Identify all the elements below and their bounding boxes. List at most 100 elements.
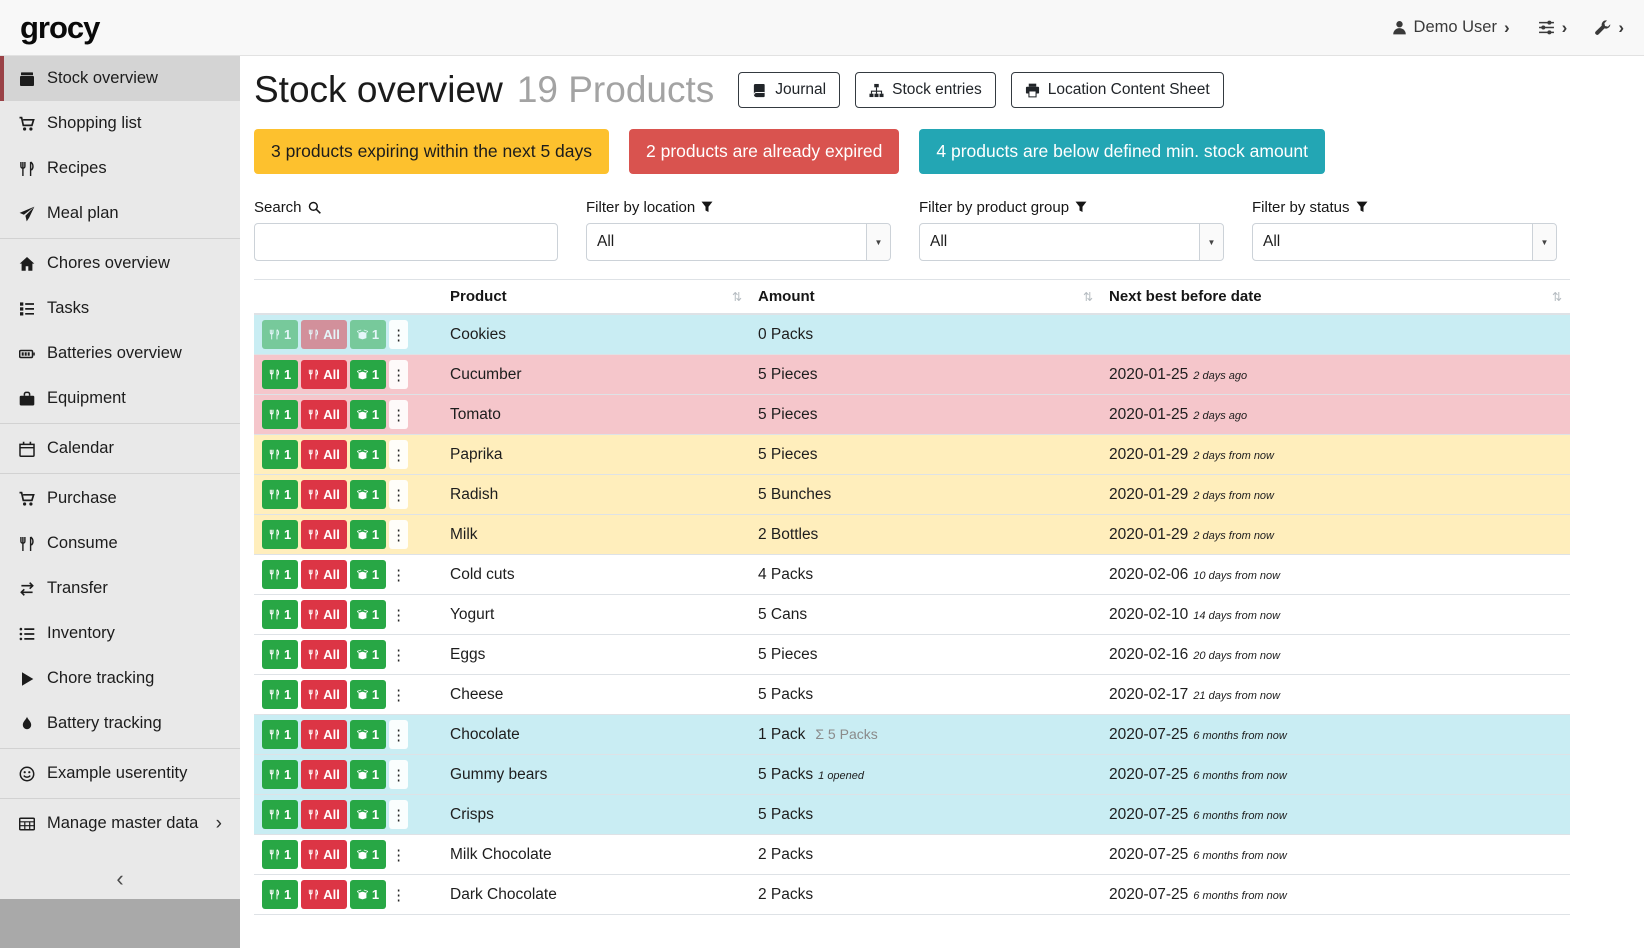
location-filter-select[interactable]: All▼	[586, 223, 891, 261]
row-menu-button[interactable]: ⋮	[389, 440, 408, 469]
sidebar-item-meal-plan[interactable]: Meal plan	[0, 191, 240, 236]
consume-all-button[interactable]: All	[301, 560, 347, 589]
consume-all-button[interactable]: All	[301, 440, 347, 469]
consume-all-button[interactable]: All	[301, 680, 347, 709]
row-menu-button[interactable]: ⋮	[389, 400, 408, 429]
product-group-filter-select[interactable]: All▼	[919, 223, 1224, 261]
sidebar-item-batteries-overview[interactable]: Batteries overview	[0, 331, 240, 376]
sidebar-item-equipment[interactable]: Equipment	[0, 376, 240, 421]
row-menu-button[interactable]: ⋮	[389, 520, 408, 549]
open-one-button[interactable]: 1	[350, 680, 386, 709]
consume-all-button[interactable]: All	[301, 640, 347, 669]
row-menu-button[interactable]: ⋮	[389, 720, 408, 749]
open-one-button[interactable]: 1	[350, 800, 386, 829]
consume-one-button[interactable]: 1	[262, 400, 298, 429]
sidebar-item-calendar[interactable]: Calendar	[0, 426, 240, 471]
consume-one-button[interactable]: 1	[262, 720, 298, 749]
open-one-button[interactable]: 1	[350, 640, 386, 669]
consume-all-button[interactable]: All	[301, 520, 347, 549]
consume-all-button[interactable]: All	[301, 720, 347, 749]
row-menu-button[interactable]: ⋮	[389, 360, 408, 389]
column-amount[interactable]: Amount⇅	[750, 280, 1101, 315]
row-menu-button[interactable]: ⋮	[389, 680, 408, 709]
sidebar-item-tasks[interactable]: Tasks	[0, 286, 240, 331]
open-one-button[interactable]: 1	[350, 360, 386, 389]
journal-button[interactable]: Journal	[738, 72, 840, 108]
row-menu-button[interactable]: ⋮	[389, 640, 408, 669]
consume-one-button[interactable]: 1	[262, 800, 298, 829]
consume-one-button[interactable]: 1	[262, 360, 298, 389]
sidebar-item-inventory[interactable]: Inventory	[0, 611, 240, 656]
consume-one-button[interactable]: 1	[262, 440, 298, 469]
consume-all-button[interactable]: All	[301, 320, 347, 349]
open-one-button[interactable]: 1	[350, 320, 386, 349]
consume-one-button[interactable]: 1	[262, 680, 298, 709]
stock-entries-button[interactable]: Stock entries	[855, 72, 996, 108]
sidebar-item-example-userentity[interactable]: Example userentity	[0, 751, 240, 796]
consume-all-button[interactable]: All	[301, 760, 347, 789]
sidebar-item-purchase[interactable]: Purchase	[0, 476, 240, 521]
consume-all-button[interactable]: All	[301, 400, 347, 429]
open-one-button[interactable]: 1	[350, 440, 386, 469]
consume-all-button[interactable]: All	[301, 360, 347, 389]
column-product[interactable]: Product⇅	[442, 280, 750, 315]
open-one-button[interactable]: 1	[350, 840, 386, 869]
sidebar-item-transfer[interactable]: Transfer	[0, 566, 240, 611]
row-menu-button[interactable]: ⋮	[389, 480, 408, 509]
consume-all-button[interactable]: All	[301, 840, 347, 869]
sidebar-item-chores-overview[interactable]: Chores overview	[0, 241, 240, 286]
sidebar-item-recipes[interactable]: Recipes	[0, 146, 240, 191]
consume-one-button[interactable]: 1	[262, 560, 298, 589]
consume-all-button[interactable]: All	[301, 480, 347, 509]
sidebar-collapse-button[interactable]: ‹	[0, 859, 240, 899]
row-menu-button[interactable]: ⋮	[389, 320, 408, 349]
sidebar-item-consume[interactable]: Consume	[0, 521, 240, 566]
open-one-button[interactable]: 1	[350, 600, 386, 629]
consume-all-button[interactable]: All	[301, 600, 347, 629]
row-menu-button[interactable]: ⋮	[389, 760, 408, 789]
grocy-logo[interactable]: grocy	[20, 10, 99, 46]
row-menu-button[interactable]: ⋮	[389, 560, 408, 589]
sidebar-item-stock-overview[interactable]: Stock overview	[0, 56, 240, 101]
location-content-sheet-button[interactable]: Location Content Sheet	[1011, 72, 1224, 108]
consume-one-button[interactable]: 1	[262, 520, 298, 549]
sidebar-item-shopping-list[interactable]: Shopping list	[0, 101, 240, 146]
consume-all-button[interactable]: All	[301, 880, 347, 909]
sidebar-item-label: Manage master data	[47, 813, 198, 834]
consume-all-button[interactable]: All	[301, 800, 347, 829]
sidebar-item-battery-tracking[interactable]: Battery tracking	[0, 701, 240, 746]
consume-one-button[interactable]: 1	[262, 320, 298, 349]
open-one-button[interactable]: 1	[350, 480, 386, 509]
below-min-stock-badge[interactable]: 4 products are below defined min. stock …	[919, 129, 1325, 174]
sort-icon[interactable]: ⇅	[1083, 290, 1093, 304]
row-menu-button[interactable]: ⋮	[389, 600, 408, 629]
open-one-button[interactable]: 1	[350, 720, 386, 749]
consume-one-button[interactable]: 1	[262, 480, 298, 509]
open-one-button[interactable]: 1	[350, 760, 386, 789]
open-one-button[interactable]: 1	[350, 400, 386, 429]
row-menu-button[interactable]: ⋮	[389, 880, 408, 909]
consume-one-button[interactable]: 1	[262, 880, 298, 909]
column-next-best-before-date[interactable]: Next best before date⇅	[1101, 280, 1570, 315]
expiring-soon-badge[interactable]: 3 products expiring within the next 5 da…	[254, 129, 609, 174]
open-one-button[interactable]: 1	[350, 560, 386, 589]
status-filter-select[interactable]: All▼	[1252, 223, 1557, 261]
sort-icon[interactable]: ⇅	[1552, 290, 1562, 304]
row-menu-button[interactable]: ⋮	[389, 800, 408, 829]
admin-menu[interactable]: ›	[1595, 18, 1624, 38]
sidebar-item-label: Inventory	[47, 623, 115, 644]
row-menu-button[interactable]: ⋮	[389, 840, 408, 869]
user-menu[interactable]: Demo User ›	[1392, 18, 1510, 38]
consume-one-button[interactable]: 1	[262, 640, 298, 669]
settings-menu[interactable]: ›	[1538, 18, 1568, 38]
consume-one-button[interactable]: 1	[262, 760, 298, 789]
open-one-button[interactable]: 1	[350, 880, 386, 909]
sidebar-item-chore-tracking[interactable]: Chore tracking	[0, 656, 240, 701]
consume-one-button[interactable]: 1	[262, 600, 298, 629]
expired-badge[interactable]: 2 products are already expired	[629, 129, 899, 174]
sort-icon[interactable]: ⇅	[732, 290, 742, 304]
search-input[interactable]	[254, 223, 558, 261]
sidebar-item-manage-master-data[interactable]: Manage master data›	[0, 801, 240, 846]
consume-one-button[interactable]: 1	[262, 840, 298, 869]
open-one-button[interactable]: 1	[350, 520, 386, 549]
